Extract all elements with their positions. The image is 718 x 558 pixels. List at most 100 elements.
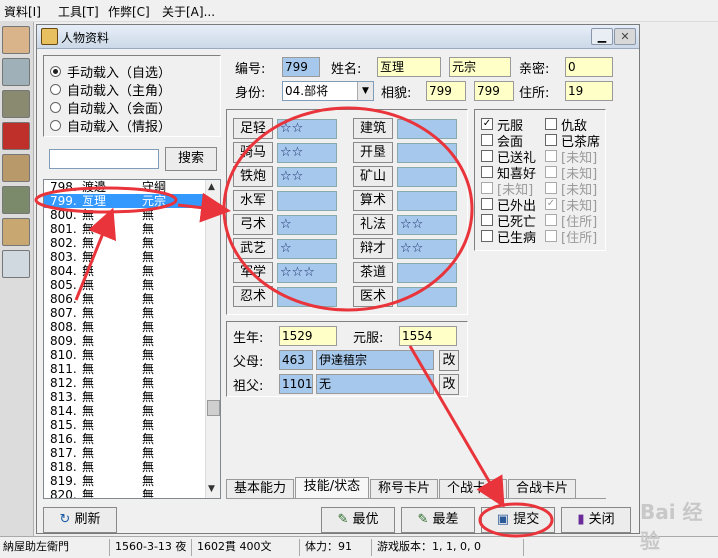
list-item[interactable]: 814. 無 無 (44, 404, 204, 418)
tab-duel-cards[interactable]: 个战卡片 (439, 479, 507, 499)
list-item[interactable]: 810. 無 無 (44, 348, 204, 362)
ability-value[interactable]: ☆☆ (277, 119, 337, 139)
checkbox-box[interactable] (545, 166, 557, 178)
parent-edit-button[interactable]: 改 (439, 350, 459, 371)
ability-value[interactable]: ☆ (277, 215, 337, 235)
given-name-field[interactable]: 元宗 (449, 57, 511, 77)
portrait-icon[interactable] (2, 26, 30, 54)
list-item[interactable]: 808. 無 無 (44, 320, 204, 334)
ability-value[interactable] (397, 191, 457, 211)
scroll-up-icon[interactable]: ▲ (208, 182, 215, 192)
list-item[interactable]: 802. 無 無 (44, 236, 204, 250)
close-button[interactable]: ▮ 关闭 (561, 507, 631, 533)
ability-value[interactable] (397, 287, 457, 307)
identity-select[interactable]: 04.部将 ▼ (282, 81, 374, 101)
parent-id-field[interactable]: 463 (279, 350, 313, 370)
list-item[interactable]: 820. 無 無 (44, 488, 204, 498)
scholar-icon[interactable] (2, 250, 30, 278)
list-item[interactable]: 803. 無 無 (44, 250, 204, 264)
radio-manual-load[interactable]: 手动载入（自选） (50, 62, 171, 81)
ability-value[interactable]: ☆ (277, 239, 337, 259)
village-icon[interactable] (2, 154, 30, 182)
ability-button[interactable]: 茶道 (353, 262, 393, 283)
residence-field[interactable]: 19 (565, 81, 613, 101)
list-item[interactable]: 799. 亙理 元宗 (44, 194, 204, 208)
menu-about[interactable]: 关于[A]... (162, 3, 215, 20)
ability-value[interactable] (397, 167, 457, 187)
list-item[interactable]: 807. 無 無 (44, 306, 204, 320)
ability-value[interactable]: ☆☆☆ (277, 263, 337, 283)
ability-value[interactable] (277, 191, 337, 211)
ability-button[interactable]: 开垦 (353, 142, 393, 163)
checkbox-box[interactable] (545, 118, 557, 130)
checkbox-box[interactable] (481, 150, 493, 162)
scroll-thumb[interactable] (207, 400, 220, 416)
list-item[interactable]: 812. 無 無 (44, 376, 204, 390)
army-icon[interactable] (2, 186, 30, 214)
list-item[interactable]: 817. 無 無 (44, 446, 204, 460)
grandparent-edit-button[interactable]: 改 (439, 374, 459, 395)
checkbox-box[interactable] (481, 214, 493, 226)
list-item[interactable]: 818. 無 無 (44, 460, 204, 474)
birth-year-field[interactable]: 1529 (279, 326, 337, 346)
ability-button[interactable]: 矿山 (353, 166, 393, 187)
soldier-icon[interactable] (2, 218, 30, 246)
ability-button[interactable]: 足轻 (233, 118, 273, 139)
ability-button[interactable]: 弓术 (233, 214, 273, 235)
checkbox-box[interactable] (481, 198, 493, 210)
list-item[interactable]: 811. 無 無 (44, 362, 204, 376)
ability-value[interactable]: ☆☆ (397, 215, 457, 235)
ability-value[interactable] (397, 119, 457, 139)
search-button[interactable]: 搜索 (165, 147, 217, 171)
ability-button[interactable]: 武艺 (233, 238, 273, 259)
list-item[interactable]: 804. 無 無 (44, 264, 204, 278)
radio-auto-protagonist[interactable]: 自动载入（主角） (50, 80, 171, 99)
ability-button[interactable]: 军学 (233, 262, 273, 283)
checkbox-box[interactable]: ✓ (545, 198, 557, 210)
radio-auto-intel[interactable]: 自动载入（情报） (50, 116, 171, 135)
list-item[interactable]: 805. 無 無 (44, 278, 204, 292)
minimize-button[interactable]: ▁ (591, 28, 613, 45)
coming-of-age-field[interactable]: 1554 (399, 326, 457, 346)
list-item[interactable]: 801. 無 無 (44, 222, 204, 236)
menu-cheat[interactable]: 作弊[C] (108, 3, 150, 20)
list-item[interactable]: 809. 無 無 (44, 334, 204, 348)
ability-button[interactable]: 算术 (353, 190, 393, 211)
refresh-button[interactable]: ↻ 刷新 (43, 507, 117, 533)
horseman-icon[interactable] (2, 58, 30, 86)
list-item[interactable]: 800. 無 無 (44, 208, 204, 222)
grandparent-id-field[interactable]: 1101 (279, 374, 313, 394)
worst-button[interactable]: ✎ 最差 (401, 507, 475, 533)
ability-button[interactable]: 忍术 (233, 286, 273, 307)
menu-data[interactable]: 資料[I] (4, 3, 41, 20)
checkbox-box[interactable] (481, 134, 493, 146)
submit-button[interactable]: ▣ 提交 (481, 507, 555, 533)
ability-button[interactable]: 骑马 (233, 142, 273, 163)
tab-title-cards[interactable]: 称号卡片 (370, 479, 438, 499)
ability-value[interactable]: ☆☆ (397, 239, 457, 259)
menu-tools[interactable]: 工具[T] (58, 3, 99, 20)
radio-dot[interactable] (50, 101, 61, 113)
checkbox-box[interactable] (545, 230, 557, 242)
number-field[interactable]: 799 (282, 57, 320, 77)
tab-basic-ability[interactable]: 基本能力 (226, 479, 294, 499)
ability-value[interactable]: ☆☆ (277, 167, 337, 187)
checkbox-box[interactable] (545, 182, 557, 194)
list-item[interactable]: 815. 無 無 (44, 418, 204, 432)
checkbox-box[interactable]: ✓ (481, 118, 493, 130)
ability-value[interactable] (397, 143, 457, 163)
status-checkbox[interactable]: 已生病 (481, 228, 536, 246)
chevron-down-icon[interactable]: ▼ (357, 82, 373, 100)
checkbox-box[interactable] (481, 230, 493, 242)
checkbox-box[interactable] (545, 134, 557, 146)
parent-name-field[interactable]: 伊達稙宗 (316, 350, 434, 370)
scroll-down-icon[interactable]: ▼ (208, 484, 215, 494)
face-field-1[interactable]: 799 (426, 81, 466, 101)
radio-auto-meeting[interactable]: 自动载入（会面） (50, 98, 171, 117)
intimacy-field[interactable]: 0 (565, 57, 613, 77)
ability-button[interactable]: 礼法 (353, 214, 393, 235)
grandparent-name-field[interactable]: 无 (316, 374, 434, 394)
list-item[interactable]: 816. 無 無 (44, 432, 204, 446)
list-item[interactable]: 819. 無 無 (44, 474, 204, 488)
list-item[interactable]: 798. 渡邊 守綱 (44, 180, 204, 194)
